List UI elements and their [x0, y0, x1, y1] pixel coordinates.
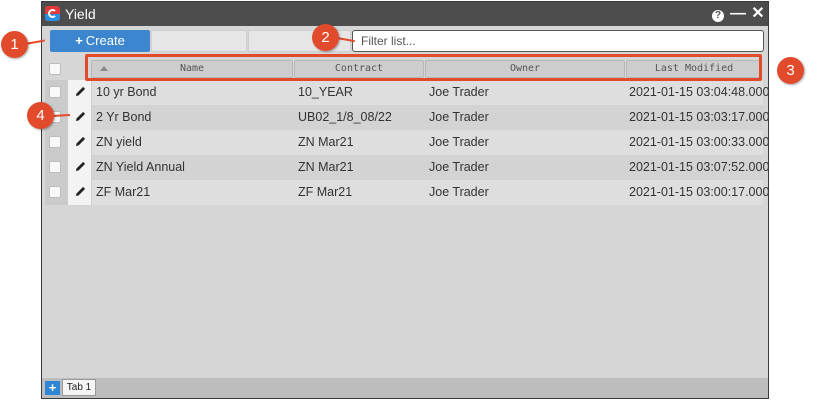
- cell-owner: Joe Trader: [429, 160, 489, 174]
- app-logo-icon: [45, 6, 60, 21]
- callout-3: 3: [777, 57, 804, 84]
- table-row[interactable]: 2 Yr Bond UB02_1/8_08/22 Joe Trader 2021-01…: [45, 105, 769, 130]
- row-checkbox[interactable]: [49, 86, 61, 98]
- cell-last-modified: 2021-01-15 03:03:17.000: [629, 110, 770, 124]
- window-title: Yield: [65, 6, 96, 22]
- add-tab-button[interactable]: +: [45, 381, 60, 395]
- minimize-icon: —: [730, 5, 746, 22]
- callout-2: 2: [312, 24, 339, 51]
- close-button[interactable]: ✕: [750, 5, 766, 23]
- cell-name: ZN yield: [96, 135, 142, 149]
- help-button[interactable]: ?: [711, 5, 725, 23]
- cell-owner: Joe Trader: [429, 135, 489, 149]
- toolbar-segment: [151, 30, 247, 52]
- cell-last-modified: 2021-01-15 03:04:48.000: [629, 85, 770, 99]
- edit-row-button[interactable]: [68, 105, 92, 130]
- cell-owner: Joe Trader: [429, 85, 489, 99]
- callout-1: 1: [1, 31, 28, 58]
- edit-row-button[interactable]: [68, 130, 92, 155]
- minimize-button[interactable]: —: [730, 5, 746, 23]
- edit-row-button[interactable]: [68, 80, 92, 105]
- cell-contract: 10_YEAR: [298, 85, 353, 99]
- cell-name: ZN Yield Annual: [96, 160, 185, 174]
- cell-contract: UB02_1/8_08/22: [298, 110, 392, 124]
- toolbar: + Create: [47, 30, 765, 52]
- table-row[interactable]: ZN yield ZN Mar21 Joe Trader 2021-01-15 03:…: [45, 130, 769, 155]
- table-row[interactable]: 10 yr Bond 10_YEAR Joe Trader 2021-01-15 03…: [45, 80, 769, 105]
- tab-bar: + Tab 1: [42, 378, 768, 398]
- table-row[interactable]: ZN Yield Annual ZN Mar21 Joe Trader 2021-01…: [45, 155, 769, 180]
- edit-row-button[interactable]: [68, 180, 92, 205]
- cell-name: 2 Yr Bond: [96, 110, 152, 124]
- row-checkbox[interactable]: [49, 161, 61, 173]
- create-label: Create: [85, 33, 125, 48]
- cell-last-modified: 2021-01-15 03:00:17.000: [629, 185, 770, 199]
- cell-last-modified: 2021-01-15 03:07:52.000: [629, 160, 770, 174]
- cell-contract: ZN Mar21: [298, 160, 354, 174]
- row-checkbox[interactable]: [49, 186, 61, 198]
- title-bar[interactable]: Yield ? — ✕: [42, 2, 768, 26]
- tab-1[interactable]: Tab 1: [62, 379, 96, 396]
- select-all-checkbox[interactable]: [49, 63, 61, 75]
- callout-4: 4: [27, 102, 54, 129]
- help-icon: ?: [712, 10, 724, 22]
- header-highlight-box: [85, 54, 762, 81]
- cell-name: ZF Mar21: [96, 185, 151, 199]
- cell-contract: ZF Mar21: [298, 185, 353, 199]
- create-button[interactable]: + Create: [50, 30, 150, 52]
- edit-row-button[interactable]: [68, 155, 92, 180]
- plus-icon: +: [75, 33, 83, 48]
- row-checkbox[interactable]: [49, 136, 61, 148]
- filter-input[interactable]: [352, 30, 764, 52]
- cell-owner: Joe Trader: [429, 110, 489, 124]
- cell-name: 10 yr Bond: [96, 85, 157, 99]
- table-row[interactable]: ZF Mar21 ZF Mar21 Joe Trader 2021-01-15 03:…: [45, 180, 769, 205]
- cell-contract: ZN Mar21: [298, 135, 354, 149]
- cell-last-modified: 2021-01-15 03:00:33.000: [629, 135, 770, 149]
- cell-owner: Joe Trader: [429, 185, 489, 199]
- close-icon: ✕: [751, 5, 765, 22]
